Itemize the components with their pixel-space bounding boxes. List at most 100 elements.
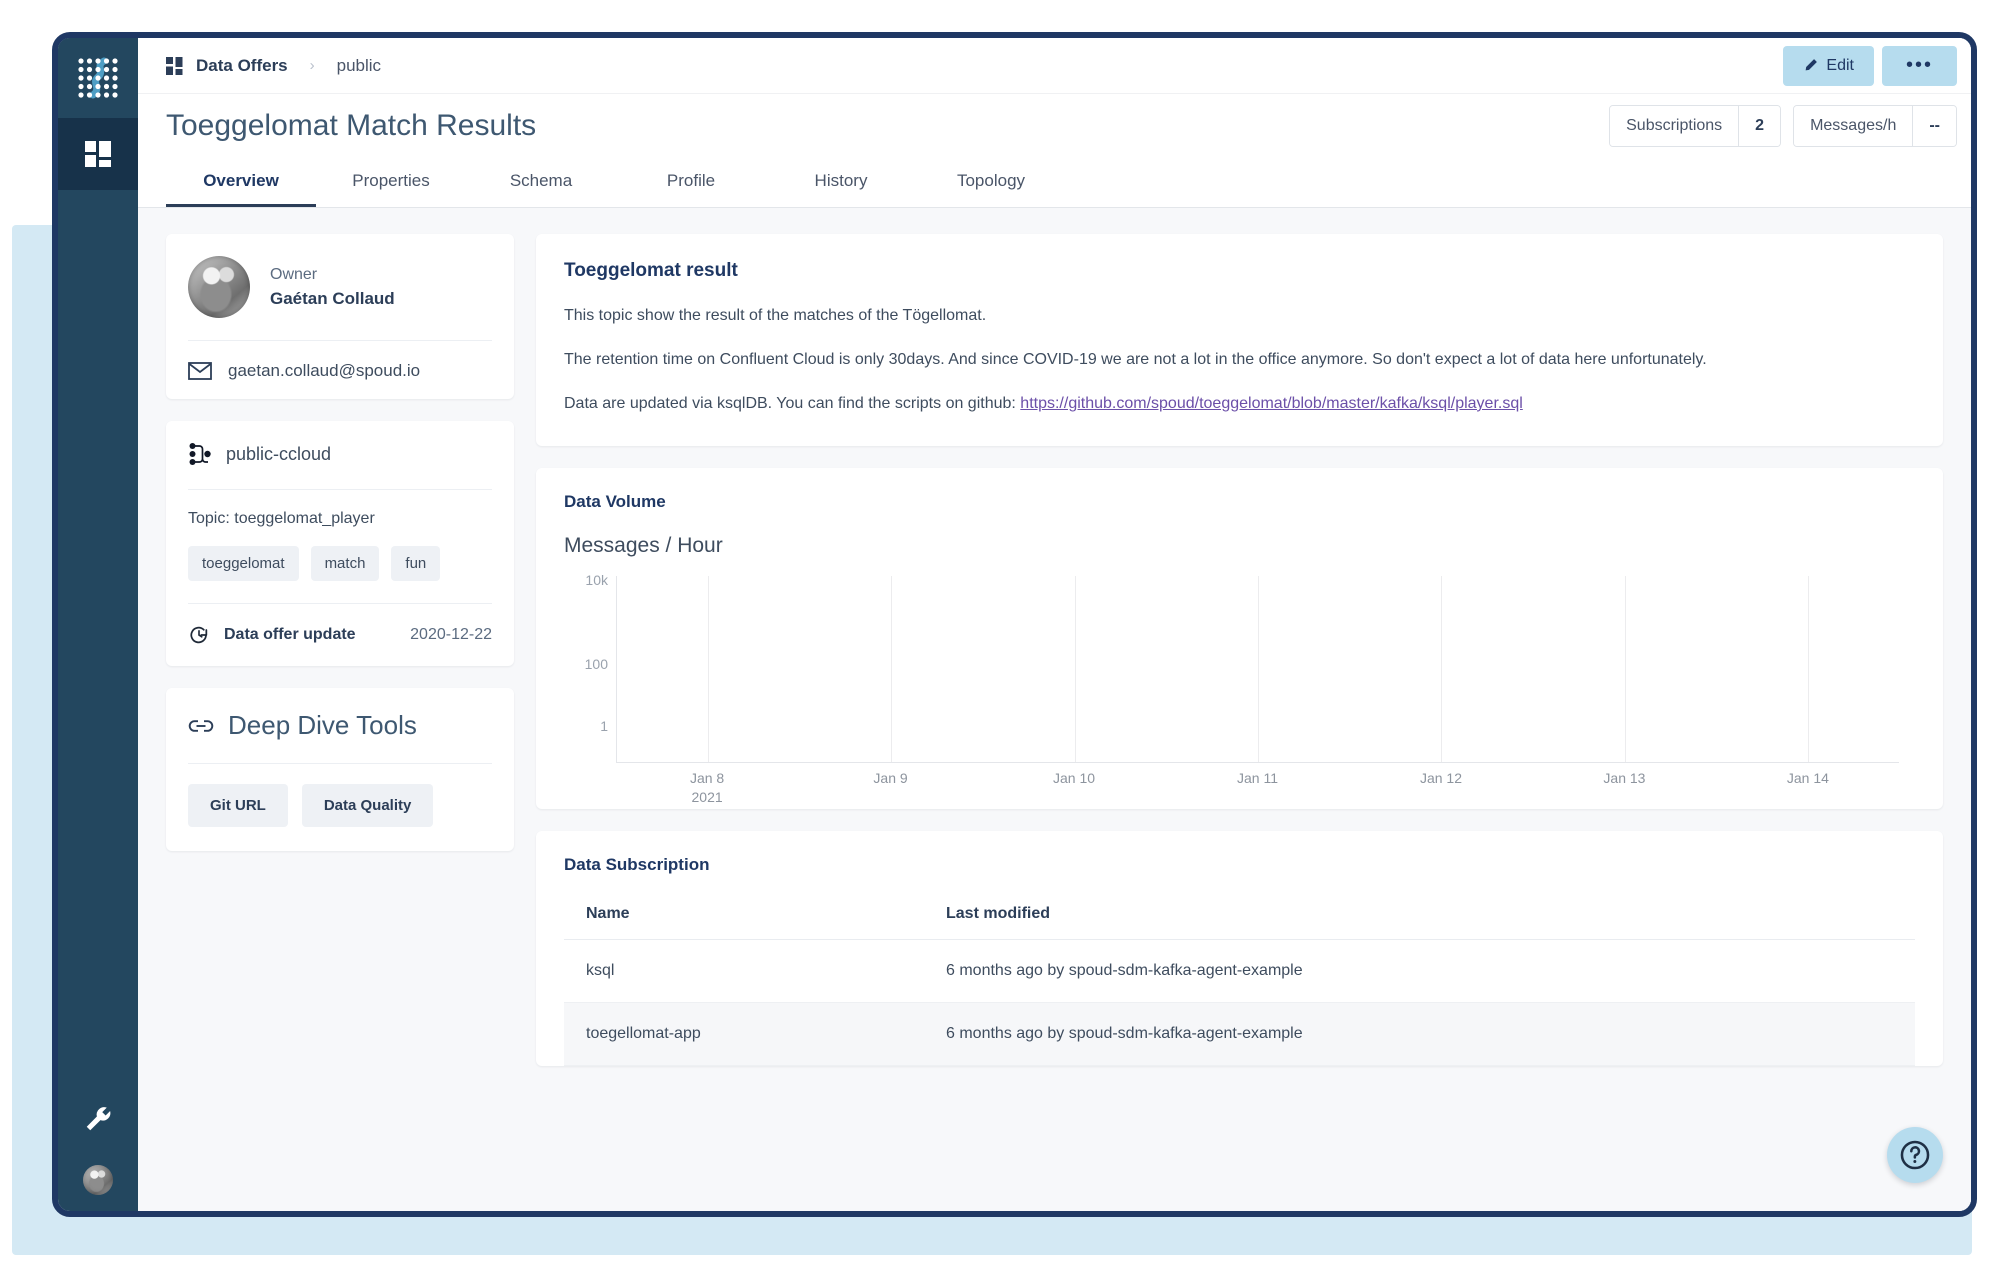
content-area: Owner Gaétan Collaud gaetan.collaud@spou…	[138, 208, 1971, 1211]
app-logo[interactable]	[58, 38, 138, 118]
edit-button-label: Edit	[1826, 56, 1854, 74]
tag-list: toeggelomat match fun	[188, 528, 492, 581]
tab-history[interactable]: History	[766, 158, 916, 207]
owner-email: gaetan.collaud@spoud.io	[228, 361, 421, 380]
app-window: Data Offers › public Edit ••• Toeggeloma…	[52, 32, 1977, 1217]
help-button[interactable]	[1887, 1127, 1943, 1183]
chart-gridline	[1258, 576, 1259, 762]
description-link-prefix: Data are updated via ksqlDB. You can fin…	[564, 395, 1021, 412]
tab-schema[interactable]: Schema	[466, 158, 616, 207]
envelope-icon	[188, 362, 212, 380]
main-area: Data Offers › public Edit ••• Toeggeloma…	[138, 38, 1971, 1211]
stat-messages[interactable]: Messages/h --	[1793, 105, 1957, 147]
description-card: Toeggelomat result This topic show the r…	[536, 234, 1943, 446]
data-offer-update-row: Data offer update 2020-12-22	[188, 604, 492, 646]
chart-gridline	[708, 576, 710, 762]
chart-gridline	[1074, 576, 1076, 762]
tag-item[interactable]: toeggelomat	[188, 546, 299, 581]
deep-dive-tools-card: Deep Dive Tools Git URL Data Quality	[166, 688, 514, 851]
y-tick-label: 1	[600, 717, 608, 734]
tag-item[interactable]: fun	[391, 546, 441, 581]
data-quality-button[interactable]: Data Quality	[301, 784, 434, 827]
x-tick-label-first: Jan 8 2021	[689, 770, 725, 805]
cell-name: ksql	[564, 939, 924, 1003]
chart-gridline	[1624, 576, 1626, 762]
subscription-table: Name Last modified ksql 6 months ago by …	[564, 893, 1915, 1066]
chart-gridline	[891, 576, 893, 762]
kafka-cluster-icon	[189, 443, 211, 465]
question-circle-icon	[1900, 1140, 1930, 1170]
more-options-button[interactable]: •••	[1881, 45, 1957, 86]
stat-messages-label: Messages/h	[1794, 106, 1913, 146]
cell-last-modified: 6 months ago by spoud-sdm-kafka-agent-ex…	[924, 1002, 1915, 1066]
tag-item[interactable]: match	[310, 546, 380, 581]
tab-topology[interactable]: Topology	[916, 158, 1066, 207]
cluster-card: public-ccloud Topic: toeggelomat_player …	[166, 421, 514, 666]
breadcrumb-separator: ›	[309, 57, 315, 74]
chart-plot-area	[616, 576, 1899, 763]
chart-subtitle: Messages / Hour	[564, 534, 723, 557]
x-tick-label: Jan 11	[1237, 770, 1278, 786]
sidebar-item-dashboard[interactable]	[58, 118, 138, 190]
github-script-link[interactable]: https://github.com/spoud/toeggelomat/blo…	[1020, 395, 1523, 412]
sidebar-item-settings[interactable]	[83, 1104, 113, 1139]
deep-dive-buttons: Git URL Data Quality	[188, 764, 492, 827]
x-tick-label: Jan 13	[1603, 770, 1646, 786]
chart-gridline	[1441, 576, 1443, 762]
chart-x-axis: Jan 8 2021 Jan 9 Jan 10 Jan 11 Jan 12 Jan…	[616, 763, 1899, 805]
description-title: Toeggelomat result	[564, 260, 738, 281]
dashboard-grid-icon	[85, 141, 111, 167]
right-column: Toeggelomat result This topic show the r…	[536, 234, 1943, 1211]
data-subscription-title: Data Subscription	[564, 855, 710, 874]
chart-y-axis: 10k 100 1	[564, 572, 616, 763]
sidebar-bottom-group	[58, 1104, 138, 1195]
owner-row: Owner Gaétan Collaud	[188, 256, 492, 318]
chart-gridline	[1807, 576, 1809, 762]
deep-dive-title: Deep Dive Tools	[228, 710, 417, 740]
messages-per-hour-chart: 10k 100 1 Jan 8 2021 Jan 9 Jan 10 Jan 11…	[564, 572, 1915, 805]
cell-name: toegellomat-app	[564, 1002, 924, 1066]
owner-card: Owner Gaétan Collaud gaetan.collaud@spou…	[166, 234, 514, 399]
tab-overview[interactable]: Overview	[166, 158, 316, 207]
header-stats: Subscriptions 2 Messages/h --	[1609, 105, 1957, 147]
topic-name: Topic: toeggelomat_player	[188, 510, 375, 527]
x-tick-label: Jan 9	[873, 770, 908, 786]
x-tick-label: Jan 10	[1052, 770, 1096, 786]
owner-avatar	[188, 256, 250, 318]
cell-last-modified: 6 months ago by spoud-sdm-kafka-agent-ex…	[924, 939, 1915, 1003]
page-title: Toeggelomat Match Results	[166, 109, 537, 142]
table-row[interactable]: toegellomat-app 6 months ago by spoud-sd…	[564, 1002, 1915, 1066]
spoud-dot-matrix-logo-icon	[78, 57, 118, 99]
description-paragraph: The retention time on Confluent Cloud is…	[564, 351, 1707, 368]
tab-profile[interactable]: Profile	[616, 158, 766, 207]
left-column: Owner Gaétan Collaud gaetan.collaud@spou…	[166, 234, 514, 1211]
link-icon	[188, 719, 214, 732]
grid-icon	[166, 56, 184, 75]
owner-name: Gaétan Collaud	[270, 288, 395, 308]
y-tick-label: 10k	[585, 571, 608, 588]
wrench-icon	[86, 1107, 111, 1131]
table-header-row: Name Last modified	[564, 893, 1915, 940]
owner-label: Owner	[270, 265, 318, 283]
data-offer-update-label: Data offer update	[224, 626, 356, 643]
x-tick-label: Jan 14	[1786, 770, 1829, 786]
page-header: Toeggelomat Match Results Subscriptions …	[138, 94, 1971, 158]
sidebar-user-avatar[interactable]	[83, 1165, 113, 1195]
breadcrumb-current[interactable]: public	[337, 56, 381, 76]
breadcrumb-root[interactable]: Data Offers	[196, 56, 288, 76]
refresh-clock-icon	[190, 626, 208, 644]
column-header-last-modified: Last modified	[924, 893, 1915, 940]
owner-email-row[interactable]: gaetan.collaud@spoud.io	[188, 341, 492, 381]
description-paragraph-with-link: Data are updated via ksqlDB. You can fin…	[564, 392, 1915, 416]
table-row[interactable]: ksql 6 months ago by spoud-sdm-kafka-age…	[564, 939, 1915, 1003]
stat-messages-value: --	[1912, 106, 1956, 146]
git-url-button[interactable]: Git URL	[188, 784, 288, 827]
stat-subscriptions-value: 2	[1738, 106, 1781, 146]
edit-button[interactable]: Edit	[1783, 45, 1874, 86]
tab-properties[interactable]: Properties	[316, 158, 466, 207]
pencil-icon	[1806, 59, 1818, 71]
breadcrumb-bar: Data Offers › public Edit •••	[138, 38, 1971, 94]
tab-bar: Overview Properties Schema Profile Histo…	[138, 158, 1971, 208]
stat-subscriptions-label: Subscriptions	[1610, 106, 1739, 146]
stat-subscriptions[interactable]: Subscriptions 2	[1609, 105, 1782, 147]
